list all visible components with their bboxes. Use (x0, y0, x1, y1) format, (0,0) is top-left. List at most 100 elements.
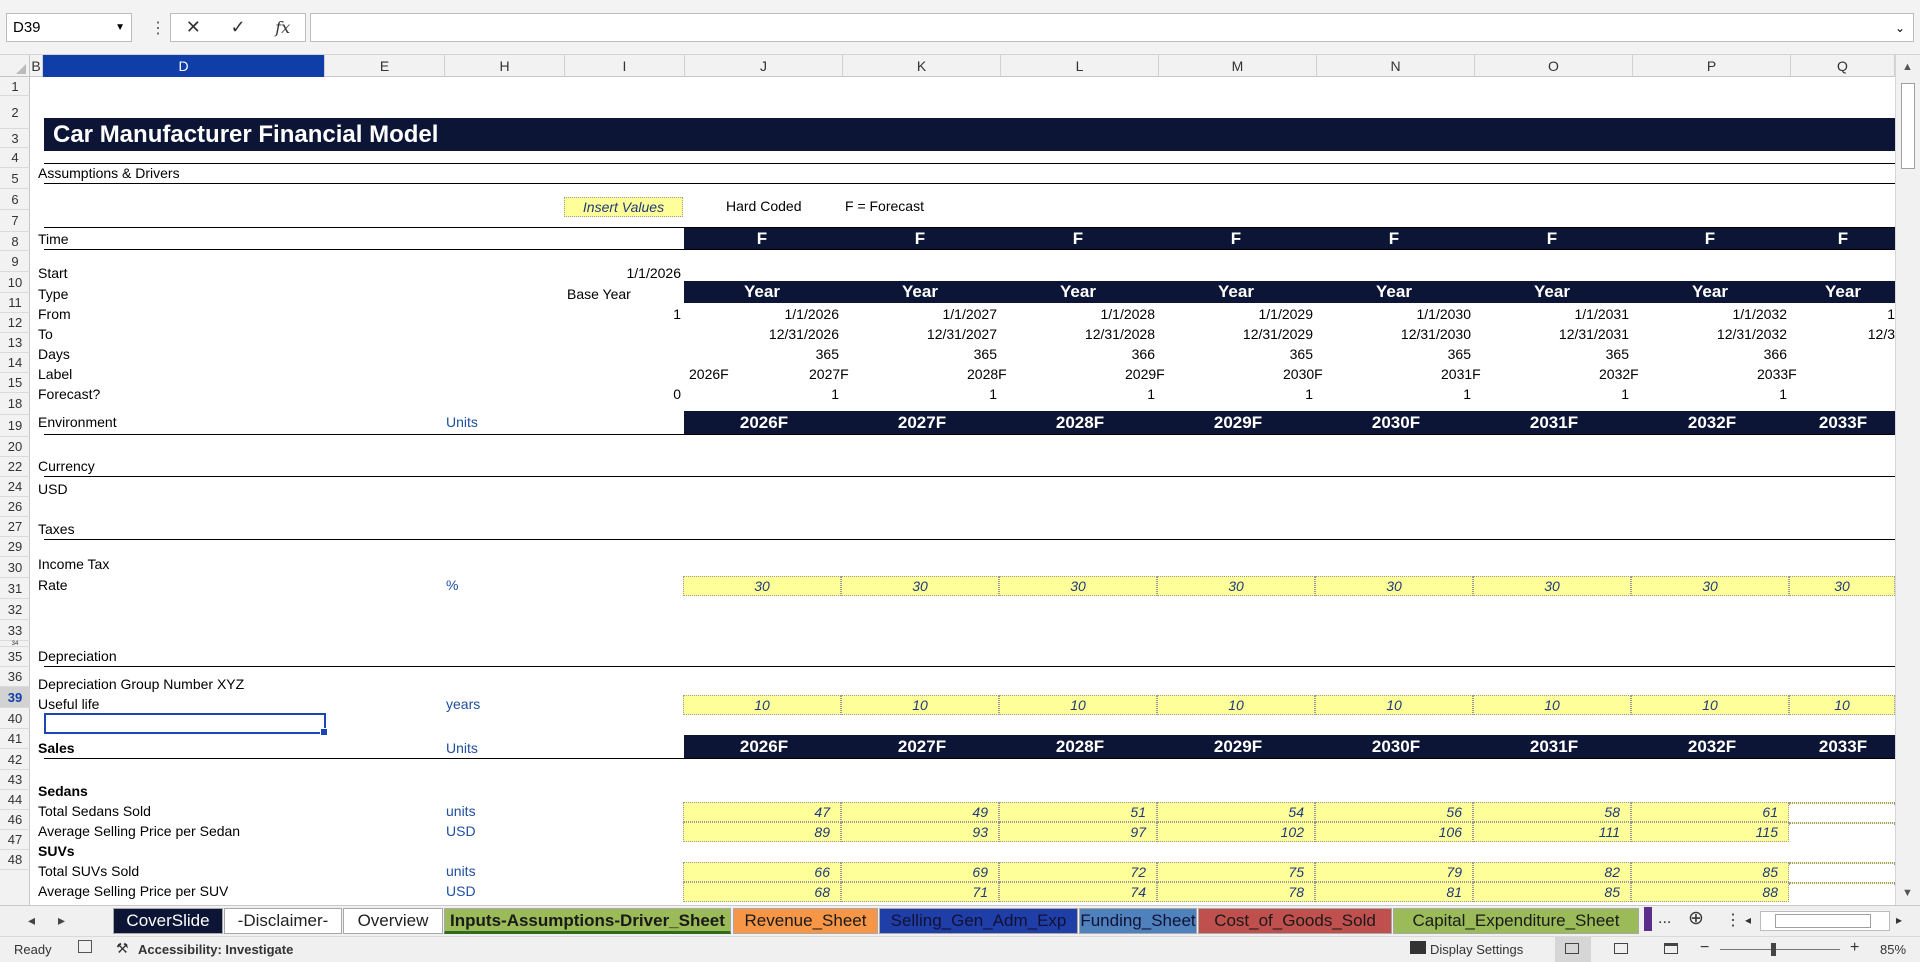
suv-price-6[interactable]: 88 (1631, 882, 1789, 902)
row-header-9[interactable]: 9 (0, 251, 30, 272)
column-header-p[interactable]: P (1633, 55, 1791, 77)
row-header-36[interactable]: 36 (0, 667, 30, 687)
tax-rate-5[interactable]: 30 (1473, 576, 1631, 596)
row-header-46[interactable]: 46 (0, 810, 30, 830)
suvs-sold-4[interactable]: 79 (1315, 862, 1473, 882)
expand-formula-icon[interactable]: ⌄ (1895, 21, 1905, 35)
prev-sheet-icon[interactable]: ◂ (28, 912, 35, 929)
column-header-b[interactable]: B (30, 55, 43, 77)
row-header-13[interactable]: 13 (0, 333, 30, 353)
suvs-sold-3[interactable]: 75 (1157, 862, 1315, 882)
row-header-43[interactable]: 43 (0, 770, 30, 790)
row-header-40[interactable]: 40 (0, 708, 30, 729)
row-header-14[interactable]: 14 (0, 353, 30, 373)
sheet-tab-revenue-sheet[interactable]: Revenue_Sheet (733, 908, 878, 934)
row-header-32[interactable]: 32 (0, 599, 30, 620)
row-header-24[interactable]: 24 (0, 477, 30, 497)
sedan-price-5[interactable]: 111 (1473, 822, 1631, 842)
suv-price-4[interactable]: 81 (1315, 882, 1473, 902)
sedans-sold-4[interactable]: 56 (1315, 802, 1473, 822)
sheet-tab-cost-of-goods-sold[interactable]: Cost_of_Goods_Sold (1198, 908, 1392, 934)
more-options-icon[interactable]: ⋮ (150, 18, 166, 38)
tab-options-icon[interactable]: ⋮ (1725, 910, 1741, 930)
sedans-sold-7[interactable] (1789, 802, 1895, 804)
row-header-2[interactable]: 2 (0, 96, 30, 129)
sedan-price-4[interactable]: 106 (1315, 822, 1473, 842)
sedans-sold-6[interactable]: 61 (1631, 802, 1789, 822)
sheet-tab-funding-sheet[interactable]: Funding_Sheet (1079, 908, 1197, 934)
row-header-12[interactable]: 12 (0, 313, 30, 333)
add-sheet-icon[interactable]: ⊕ (1688, 907, 1704, 930)
tax-rate-4[interactable]: 30 (1315, 576, 1473, 596)
display-settings-icon[interactable] (1410, 941, 1426, 954)
sedan-price-1[interactable]: 93 (841, 822, 999, 842)
suvs-sold-0[interactable]: 66 (683, 862, 841, 882)
suvs-sold-6[interactable]: 85 (1631, 862, 1789, 882)
suvs-sold-5[interactable]: 82 (1473, 862, 1631, 882)
sedans-sold-0[interactable]: 47 (683, 802, 841, 822)
row-header-33[interactable]: 33 (0, 620, 30, 641)
sedan-price-7[interactable] (1789, 822, 1895, 824)
row-header-8[interactable]: 8 (0, 232, 30, 251)
zoom-out-button[interactable]: − (1700, 939, 1709, 957)
column-header-e[interactable]: E (325, 55, 445, 77)
zoom-in-button[interactable]: + (1850, 939, 1859, 957)
vertical-scroll-thumb[interactable] (1901, 83, 1915, 169)
row-header-15[interactable]: 15 (0, 373, 30, 393)
column-header-i[interactable]: I (565, 55, 685, 77)
sedan-price-2[interactable]: 97 (999, 822, 1157, 842)
zoom-level[interactable]: 85% (1880, 942, 1906, 957)
row-header-5[interactable]: 5 (0, 168, 30, 189)
row-header-20[interactable]: 20 (0, 437, 30, 457)
row-header-6[interactable]: 6 (0, 189, 30, 210)
sheet-tab-capital-expenditure-sheet[interactable]: Capital_Expenditure_Sheet (1393, 908, 1639, 934)
zoom-slider-thumb[interactable] (1771, 943, 1776, 956)
column-header-o[interactable]: O (1475, 55, 1633, 77)
tax-rate-2[interactable]: 30 (999, 576, 1157, 596)
next-sheet-icon[interactable]: ▸ (58, 912, 65, 929)
row-header-3[interactable]: 3 (0, 129, 30, 148)
row-header-27[interactable]: 27 (0, 517, 30, 537)
row-header-42[interactable]: 42 (0, 749, 30, 770)
row-header-18[interactable]: 18 (0, 393, 30, 415)
accessibility-icon[interactable]: ⚒ (116, 940, 129, 957)
vertical-scrollbar[interactable]: ▲ ▼ (1895, 55, 1920, 905)
selected-cell-d39[interactable] (44, 713, 328, 736)
sedan-price-3[interactable]: 102 (1157, 822, 1315, 842)
row-header-10[interactable]: 10 (0, 272, 30, 293)
suvs-sold-7[interactable] (1789, 862, 1895, 864)
sedan-price-6[interactable]: 115 (1631, 822, 1789, 842)
page-break-icon[interactable] (1664, 943, 1678, 954)
column-header-q[interactable]: Q (1791, 55, 1895, 77)
suv-price-2[interactable]: 74 (999, 882, 1157, 902)
row-header-47[interactable]: 47 (0, 830, 30, 850)
column-header-l[interactable]: L (1001, 55, 1159, 77)
row-header-30[interactable]: 30 (0, 557, 30, 578)
sedans-sold-2[interactable]: 51 (999, 802, 1157, 822)
sedans-sold-1[interactable]: 49 (841, 802, 999, 822)
horizontal-scrollbar[interactable] (1760, 911, 1890, 931)
hscroll-left-icon[interactable]: ◂ (1745, 913, 1751, 927)
select-all-corner[interactable] (0, 55, 30, 77)
useful-life-3[interactable]: 10 (1157, 695, 1315, 715)
scroll-down-icon[interactable]: ▼ (1902, 887, 1913, 899)
display-settings[interactable]: Display Settings (1430, 942, 1523, 957)
insert-function-icon[interactable]: fx (260, 14, 305, 41)
macro-record-icon[interactable] (78, 940, 92, 953)
tax-rate-6[interactable]: 30 (1631, 576, 1789, 596)
tax-rate-1[interactable]: 30 (841, 576, 999, 596)
suv-price-3[interactable]: 78 (1157, 882, 1315, 902)
suv-price-5[interactable]: 85 (1473, 882, 1631, 902)
column-header-k[interactable]: K (843, 55, 1001, 77)
row-header-26[interactable]: 26 (0, 497, 30, 517)
column-header-m[interactable]: M (1159, 55, 1317, 77)
tax-rate-3[interactable]: 30 (1157, 576, 1315, 596)
suvs-sold-2[interactable]: 72 (999, 862, 1157, 882)
zoom-slider[interactable] (1720, 949, 1840, 950)
enter-icon[interactable]: ✓ (216, 14, 261, 41)
sedan-price-0[interactable]: 89 (683, 822, 841, 842)
row-header-31[interactable]: 31 (0, 578, 30, 599)
useful-life-0[interactable]: 10 (683, 695, 841, 715)
sheet-tab-inputs-assumptions-driver-sheet[interactable]: Inputs-Assumptions-Driver_Sheet (444, 908, 731, 934)
scroll-up-icon[interactable]: ▲ (1902, 61, 1913, 73)
